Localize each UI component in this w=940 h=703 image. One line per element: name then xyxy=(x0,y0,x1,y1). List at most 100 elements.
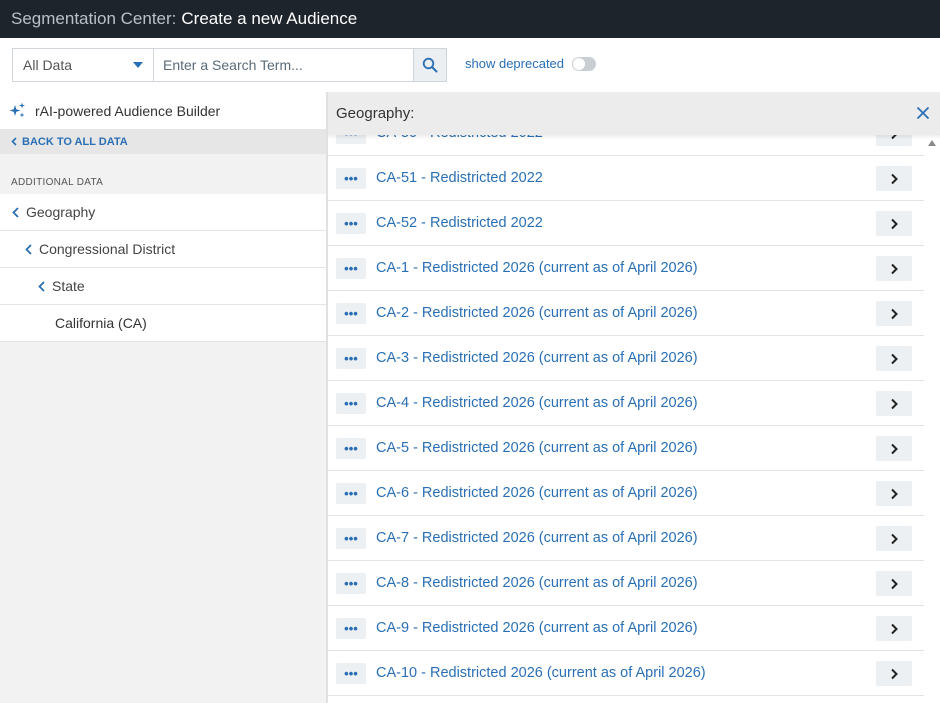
chevron-right-icon xyxy=(891,353,898,364)
list-item-label[interactable]: CA-10 - Redistricted 2026 (current as of… xyxy=(376,665,706,681)
more-options-button[interactable]: ••• xyxy=(336,662,366,684)
list-item-label[interactable]: CA-52 - Redistricted 2022 xyxy=(376,215,543,231)
scrollbar[interactable] xyxy=(924,135,940,703)
show-deprecated-control: show deprecated xyxy=(465,56,597,71)
open-item-button[interactable] xyxy=(876,436,912,461)
app-title-prefix: Segmentation Center: xyxy=(11,9,177,28)
chevron-right-icon xyxy=(891,578,898,589)
list-item: ••• CA-6 - Redistricted 2026 (current as… xyxy=(328,471,924,516)
open-item-button[interactable] xyxy=(876,166,912,191)
open-item-button[interactable] xyxy=(876,256,912,281)
data-source-value: All Data xyxy=(23,57,73,73)
search-box: All Data xyxy=(12,48,447,82)
list-item: ••• CA-7 - Redistricted 2026 (current as… xyxy=(328,516,924,561)
list-item: ••• CA-9 - Redistricted 2026 (current as… xyxy=(328,606,924,651)
breadcrumb-label: Geography xyxy=(26,204,96,220)
back-to-all-data-link[interactable]: BACK TO ALL DATA xyxy=(0,129,326,154)
caret-down-icon xyxy=(133,62,143,68)
list-item-label[interactable]: CA-2 - Redistricted 2026 (current as of … xyxy=(376,305,698,321)
more-options-button[interactable]: ••• xyxy=(336,437,366,459)
breadcrumb-label: Congressional District xyxy=(39,241,176,257)
list-item: ••• CA-1 - Redistricted 2026 (current as… xyxy=(328,246,924,291)
list-item: ••• CA-51 - Redistricted 2022 xyxy=(328,156,924,201)
more-options-button[interactable]: ••• xyxy=(336,347,366,369)
list-item-label[interactable]: CA-1 - Redistricted 2026 (current as of … xyxy=(376,260,698,276)
search-icon xyxy=(422,57,438,73)
list-item-label[interactable]: CA-9 - Redistricted 2026 (current as of … xyxy=(376,620,698,636)
search-toolbar: All Data show deprecated xyxy=(0,38,940,92)
close-icon[interactable] xyxy=(915,105,931,121)
search-input[interactable] xyxy=(154,49,413,81)
app-header: Segmentation Center: Create a new Audien… xyxy=(0,0,940,38)
chevron-left-icon xyxy=(38,280,45,292)
chevron-right-icon xyxy=(891,398,898,409)
chevron-right-icon xyxy=(891,533,898,544)
chevron-right-icon xyxy=(891,263,898,274)
chevron-right-icon xyxy=(891,443,898,454)
results-panel-title: Geography: xyxy=(336,105,415,122)
list-item: ••• CA-8 - Redistricted 2026 (current as… xyxy=(328,561,924,606)
list-item-label[interactable]: CA-8 - Redistricted 2026 (current as of … xyxy=(376,575,698,591)
more-options-button[interactable]: ••• xyxy=(336,212,366,234)
open-item-button[interactable] xyxy=(876,661,912,686)
sparkle-icon xyxy=(9,102,25,118)
more-options-button[interactable]: ••• xyxy=(336,572,366,594)
list-item: ••• CA-2 - Redistricted 2026 (current as… xyxy=(328,291,924,336)
open-item-button[interactable] xyxy=(876,526,912,551)
list-item-label[interactable]: CA-5 - Redistricted 2026 (current as of … xyxy=(376,440,698,456)
list-item-label[interactable]: CA-3 - Redistricted 2026 (current as of … xyxy=(376,350,698,366)
open-item-button[interactable] xyxy=(876,301,912,326)
list-item: ••• CA-4 - Redistricted 2026 (current as… xyxy=(328,381,924,426)
show-deprecated-toggle[interactable] xyxy=(572,56,597,71)
more-options-button[interactable]: ••• xyxy=(336,482,366,504)
results-list: ••• CA-50 - Redistricted 2022 ••• CA-51 … xyxy=(328,111,924,696)
current-selection: California (CA) xyxy=(0,305,326,342)
breadcrumb-geography[interactable]: Geography xyxy=(0,194,326,231)
chevron-left-icon xyxy=(12,206,19,218)
ai-builder-label: rAI-powered Audience Builder xyxy=(35,102,221,119)
list-item: ••• CA-5 - Redistricted 2026 (current as… xyxy=(328,426,924,471)
back-label: BACK TO ALL DATA xyxy=(22,135,128,148)
results-panel: Geography: ••• CA-50 - Redistricted 2022… xyxy=(328,92,940,703)
more-options-button[interactable]: ••• xyxy=(336,302,366,324)
data-source-select[interactable]: All Data xyxy=(13,49,154,81)
more-options-button[interactable]: ••• xyxy=(336,527,366,549)
ai-audience-builder-link[interactable]: rAI-powered Audience Builder xyxy=(0,92,326,129)
list-item: ••• CA-52 - Redistricted 2022 xyxy=(328,201,924,246)
chevron-right-icon xyxy=(891,218,898,229)
scroll-up-arrow-icon[interactable] xyxy=(928,140,936,146)
chevron-right-icon xyxy=(891,308,898,319)
open-item-button[interactable] xyxy=(876,346,912,371)
breadcrumb-state[interactable]: State xyxy=(0,268,326,305)
list-item-label[interactable]: CA-4 - Redistricted 2026 (current as of … xyxy=(376,395,698,411)
chevron-left-icon xyxy=(25,243,32,255)
show-deprecated-label: show deprecated xyxy=(465,56,565,71)
chevron-right-icon xyxy=(891,173,898,184)
list-item: ••• CA-3 - Redistricted 2026 (current as… xyxy=(328,336,924,381)
more-options-button[interactable]: ••• xyxy=(336,257,366,279)
list-item-label[interactable]: CA-7 - Redistricted 2026 (current as of … xyxy=(376,530,698,546)
chevron-right-icon xyxy=(891,623,898,634)
more-options-button[interactable]: ••• xyxy=(336,167,366,189)
open-item-button[interactable] xyxy=(876,211,912,236)
list-item-label[interactable]: CA-6 - Redistricted 2026 (current as of … xyxy=(376,485,698,501)
page-title: Create a new Audience xyxy=(181,9,358,28)
open-item-button[interactable] xyxy=(876,481,912,506)
breadcrumb-congressional-district[interactable]: Congressional District xyxy=(0,231,326,268)
chevron-left-icon xyxy=(11,137,17,146)
breadcrumb-label: State xyxy=(52,278,85,294)
chevron-right-icon xyxy=(891,668,898,679)
open-item-button[interactable] xyxy=(876,571,912,596)
chevron-right-icon xyxy=(891,488,898,499)
open-item-button[interactable] xyxy=(876,616,912,641)
results-panel-header: Geography: xyxy=(328,92,940,135)
current-selection-label: California (CA) xyxy=(55,315,147,331)
list-item-label[interactable]: CA-51 - Redistricted 2022 xyxy=(376,170,543,186)
list-item: ••• CA-10 - Redistricted 2026 (current a… xyxy=(328,651,924,696)
more-options-button[interactable]: ••• xyxy=(336,617,366,639)
section-heading: ADDITIONAL DATA xyxy=(11,177,104,188)
more-options-button[interactable]: ••• xyxy=(336,392,366,414)
sidebar: rAI-powered Audience Builder BACK TO ALL… xyxy=(0,92,326,703)
search-button[interactable] xyxy=(413,49,446,81)
open-item-button[interactable] xyxy=(876,391,912,416)
